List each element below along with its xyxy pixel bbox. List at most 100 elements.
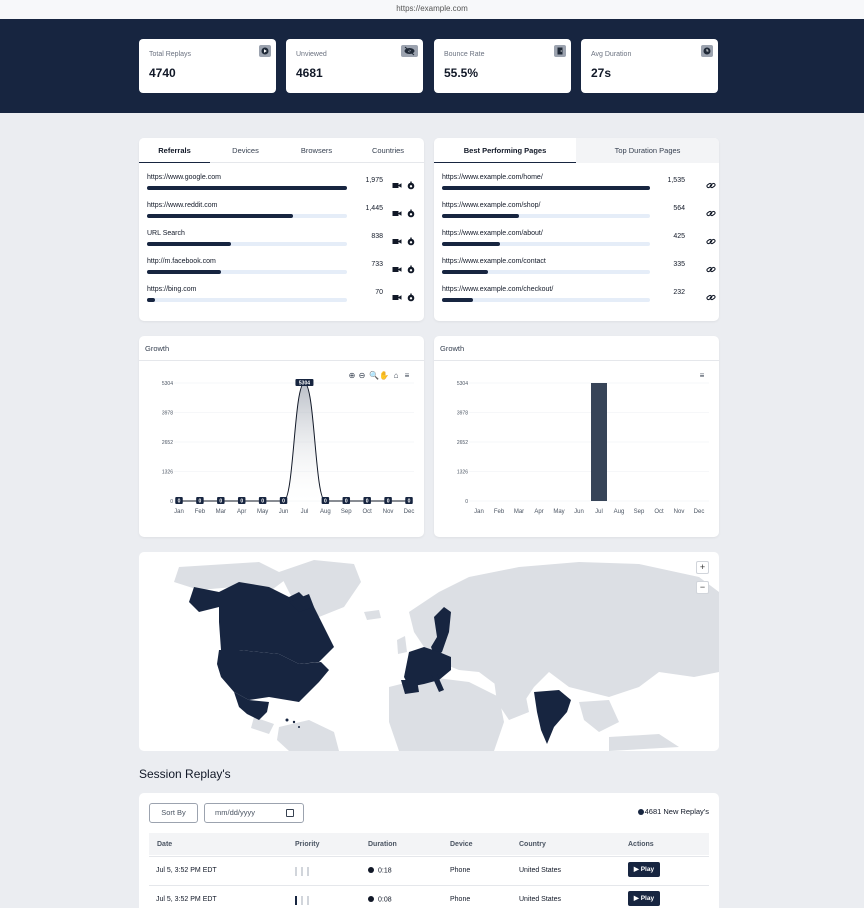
list-item-label[interactable]: URL Search <box>147 230 185 237</box>
video-camera-icon[interactable] <box>392 205 402 216</box>
tab-top-duration-pages[interactable]: Top Duration Pages <box>576 138 719 163</box>
pointer-click-icon[interactable] <box>406 289 416 302</box>
progress-track <box>147 214 347 218</box>
list-item-label[interactable]: https://www.example.com/about/ <box>442 230 543 237</box>
column-header-duration[interactable]: Duration <box>368 841 397 848</box>
x-tick-label: May <box>257 509 268 515</box>
bar-jul <box>591 383 607 501</box>
x-tick-label: Dec <box>694 509 705 515</box>
stat-value: 27s <box>591 66 612 80</box>
row-duration: 0:18 <box>368 867 392 875</box>
stat-label: Unviewed <box>296 51 327 58</box>
table-row[interactable]: Jul 5, 3:52 PM EDT 0:08 Phone United States… <box>149 885 709 908</box>
tab-browsers[interactable]: Browsers <box>281 138 352 163</box>
list-item[interactable]: https://www.example.com/about/425 <box>442 230 717 252</box>
map-zoom-out-button[interactable]: − <box>696 581 709 594</box>
x-tick-label: May <box>553 509 564 515</box>
stat-card-total-replays: Total Replays 4740 <box>139 39 276 93</box>
tab-referrals[interactable]: Referrals <box>139 138 210 163</box>
progress-track <box>147 270 347 274</box>
x-tick-label: Apr <box>237 509 246 515</box>
sort-by-button[interactable]: Sort By <box>149 803 198 823</box>
column-header-priority[interactable]: Priority <box>295 841 320 848</box>
link-icon[interactable] <box>706 205 716 217</box>
data-label: 0 <box>240 499 243 505</box>
stat-card-unviewed: Unviewed 4681 <box>286 39 423 93</box>
list-item-label[interactable]: https://www.example.com/contact <box>442 258 546 265</box>
data-label: 0 <box>178 499 181 505</box>
data-label: 0 <box>324 499 327 505</box>
list-item[interactable]: URL Search 838 <box>147 230 422 252</box>
pages-card: Best Performing Pages Top Duration Pages… <box>434 138 719 321</box>
y-tick-label: 2652 <box>162 440 173 446</box>
alaska-shape <box>189 587 219 612</box>
link-icon[interactable] <box>706 289 716 301</box>
link-icon[interactable] <box>706 261 716 273</box>
progress-track <box>147 186 347 190</box>
play-button[interactable]: ▶ Play <box>628 891 660 906</box>
list-item-label[interactable]: https://bing.com <box>147 286 196 293</box>
tab-countries[interactable]: Countries <box>352 138 424 163</box>
stat-card-bounce-rate: Bounce Rate 55.5% <box>434 39 571 93</box>
priority-bar <box>295 867 297 876</box>
list-item-label[interactable]: https://www.example.com/checkout/ <box>442 286 553 293</box>
column-header-date[interactable]: Date <box>157 841 172 848</box>
list-item-label[interactable]: http://m.facebook.com <box>147 258 216 265</box>
list-item-label[interactable]: https://www.google.com <box>147 174 221 181</box>
tab-best-performing-pages[interactable]: Best Performing Pages <box>434 138 576 163</box>
url-bar[interactable]: https://example.com <box>0 0 864 19</box>
stat-label: Bounce Rate <box>444 51 485 58</box>
list-item-label[interactable]: https://www.example.com/home/ <box>442 174 543 181</box>
priority-bar <box>307 896 309 905</box>
stat-label: Avg Duration <box>591 51 632 58</box>
list-item[interactable]: https://www.example.com/shop/564 <box>442 202 717 224</box>
list-item[interactable]: https://www.reddit.com 1,445 <box>147 202 422 224</box>
list-item-label[interactable]: https://www.reddit.com <box>147 202 217 209</box>
map-zoom-in-button[interactable]: + <box>696 561 709 574</box>
column-header-device[interactable]: Device <box>450 841 473 848</box>
clock-icon <box>368 896 374 902</box>
link-icon[interactable] <box>706 233 716 245</box>
list-item[interactable]: https://www.google.com 1,975 <box>147 174 422 196</box>
list-item-value: 1,445 <box>365 205 383 212</box>
progress-fill <box>147 242 231 246</box>
section-title: Session Replay's <box>139 767 231 781</box>
progress-track <box>147 242 347 246</box>
tab-devices[interactable]: Devices <box>210 138 281 163</box>
column-header-actions[interactable]: Actions <box>628 841 654 848</box>
video-camera-icon[interactable] <box>392 289 402 300</box>
link-icon[interactable] <box>706 177 716 189</box>
video-camera-icon[interactable] <box>392 261 402 272</box>
y-tick-label: 5304 <box>457 381 468 387</box>
list-item-value: 564 <box>673 205 685 212</box>
play-circle-icon <box>259 45 271 57</box>
list-item[interactable]: http://m.facebook.com 733 <box>147 258 422 280</box>
list-item[interactable]: https://www.example.com/contact 335 <box>442 258 717 280</box>
status-dot-icon <box>637 808 644 815</box>
progress-track <box>442 242 650 246</box>
video-camera-icon[interactable] <box>392 233 402 244</box>
date-filter-input[interactable]: mm/dd/yyyy <box>204 803 304 823</box>
referrals-card: Referrals Devices Browsers Countries htt… <box>139 138 424 321</box>
pointer-click-icon[interactable] <box>406 205 416 218</box>
table-row[interactable]: Jul 5, 3:52 PM EDT 0:18 Phone United States… <box>149 856 709 885</box>
list-item[interactable]: https://bing.com 70 <box>147 286 422 308</box>
list-item-label[interactable]: https://www.example.com/shop/ <box>442 202 540 209</box>
list-item-value: 1,535 <box>667 177 685 184</box>
x-tick-label: Jul <box>301 509 309 515</box>
priority-bar <box>301 867 303 876</box>
pointer-click-icon[interactable] <box>406 233 416 246</box>
video-camera-icon[interactable] <box>392 177 402 188</box>
world-map[interactable]: + − <box>139 552 719 751</box>
pointer-click-icon[interactable] <box>406 177 416 190</box>
date-placeholder: mm/dd/yyyy <box>215 808 256 817</box>
pointer-click-icon[interactable] <box>406 261 416 274</box>
x-tick-label: Mar <box>216 509 226 515</box>
south-america-shape <box>277 720 339 751</box>
southeast-asia-shape <box>579 700 619 732</box>
list-item[interactable]: https://www.example.com/home/1,535 <box>442 174 717 196</box>
play-button[interactable]: ▶ Play <box>628 862 660 877</box>
list-item[interactable]: https://www.example.com/checkout/232 <box>442 286 717 308</box>
column-header-country[interactable]: Country <box>519 841 546 848</box>
progress-fill <box>147 298 155 302</box>
